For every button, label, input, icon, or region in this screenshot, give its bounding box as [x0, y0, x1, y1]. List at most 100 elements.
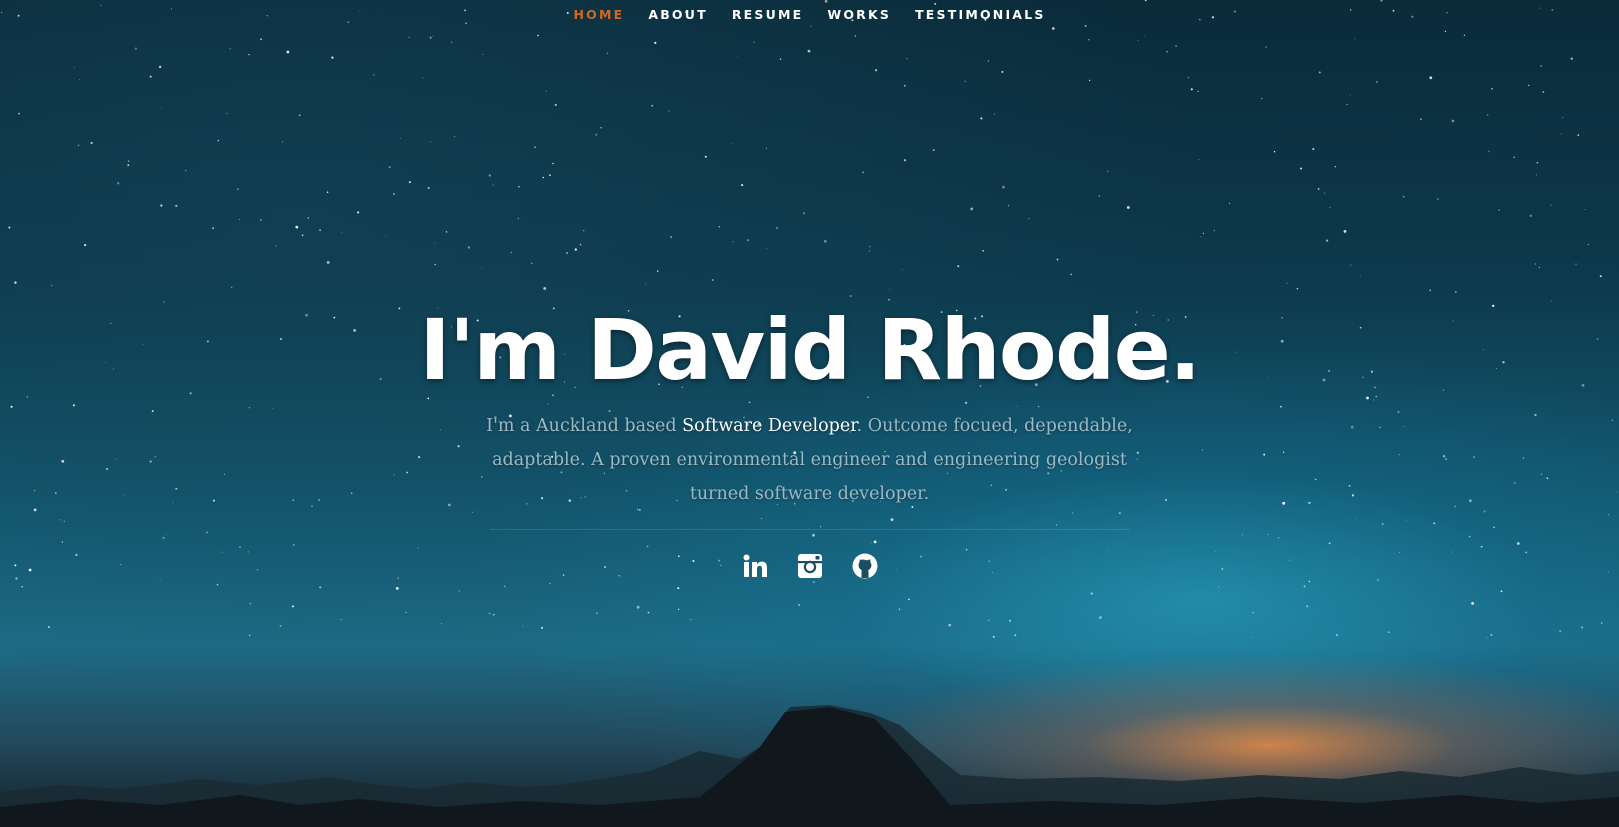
star: [802, 212, 806, 215]
nav-about[interactable]: About: [636, 7, 720, 22]
star: [670, 236, 673, 239]
star: [517, 217, 520, 220]
star: [982, 250, 984, 252]
star: [1028, 217, 1030, 220]
star: [1587, 244, 1589, 246]
star: [282, 141, 283, 143]
star: [158, 65, 162, 69]
star: [1099, 616, 1102, 619]
nav-works[interactable]: Works: [815, 7, 903, 22]
star: [690, 618, 692, 621]
star: [1200, 236, 1202, 238]
star: [1560, 133, 1562, 135]
star: [518, 186, 520, 188]
star: [1535, 174, 1537, 176]
star: [79, 79, 81, 81]
star: [216, 583, 219, 586]
star: [812, 581, 815, 584]
star: [718, 226, 720, 228]
star: [492, 184, 494, 186]
star: [957, 265, 960, 268]
star: [1600, 622, 1603, 624]
star: [1550, 204, 1552, 206]
star: [1070, 273, 1072, 276]
star: [1354, 38, 1356, 40]
star: [901, 269, 903, 271]
star: [434, 242, 436, 244]
star: [326, 261, 330, 264]
star: [226, 112, 228, 115]
star: [1349, 94, 1351, 96]
star: [1250, 637, 1252, 638]
star: [127, 164, 130, 167]
star: [1175, 45, 1178, 48]
star: [445, 231, 448, 233]
star: [441, 623, 443, 625]
star: [554, 103, 557, 106]
star: [1144, 35, 1146, 37]
star: [1001, 70, 1004, 73]
star: [1197, 90, 1199, 92]
star: [545, 90, 547, 92]
star: [1166, 51, 1168, 53]
star: [1261, 98, 1263, 100]
github-icon: [852, 553, 877, 579]
star: [854, 35, 857, 37]
star: [548, 174, 551, 177]
star: [1198, 159, 1200, 161]
star: [1088, 79, 1091, 82]
star: [236, 188, 239, 191]
star: [175, 204, 178, 207]
star: [737, 55, 739, 57]
star: [185, 170, 187, 172]
linkedin-link[interactable]: [741, 552, 769, 580]
nav-home[interactable]: Home: [561, 7, 636, 22]
star: [1562, 116, 1564, 118]
star: [994, 113, 996, 115]
star: [1463, 34, 1466, 36]
star: [1536, 161, 1539, 164]
star: [1529, 214, 1532, 217]
star: [1334, 166, 1337, 168]
star: [1486, 637, 1488, 639]
headline: I'm David Rhode.: [419, 301, 1201, 399]
star: [488, 174, 491, 177]
star: [779, 58, 782, 60]
github-link[interactable]: [851, 552, 879, 580]
star: [1190, 88, 1193, 91]
star: [48, 626, 50, 628]
star: [388, 166, 391, 169]
star: [1300, 167, 1302, 170]
star: [1126, 206, 1130, 209]
star: [395, 587, 399, 590]
star: [1538, 266, 1540, 268]
star: [1436, 198, 1439, 200]
star: [51, 285, 53, 287]
star: [766, 247, 768, 249]
nav-testimonials[interactable]: Testimonials: [903, 7, 1057, 22]
star: [492, 613, 495, 616]
star: [279, 624, 282, 627]
star: [903, 84, 906, 87]
star: [307, 217, 310, 219]
star: [21, 585, 24, 588]
star: [160, 107, 162, 108]
nav-resume[interactable]: Resume: [720, 7, 816, 22]
star: [1534, 263, 1536, 265]
star: [405, 611, 407, 614]
star: [1528, 84, 1530, 87]
star: [18, 112, 20, 115]
star: [1584, 209, 1586, 210]
star: [1187, 76, 1190, 79]
star: [1306, 605, 1309, 608]
star: [1580, 626, 1584, 629]
instagram-link[interactable]: [796, 552, 824, 580]
star: [510, 251, 513, 254]
star: [732, 241, 734, 243]
star: [326, 191, 329, 193]
star: [668, 110, 670, 112]
star: [1599, 275, 1602, 278]
linkedin-icon: [743, 554, 767, 577]
star: [908, 598, 910, 601]
star: [889, 288, 891, 290]
